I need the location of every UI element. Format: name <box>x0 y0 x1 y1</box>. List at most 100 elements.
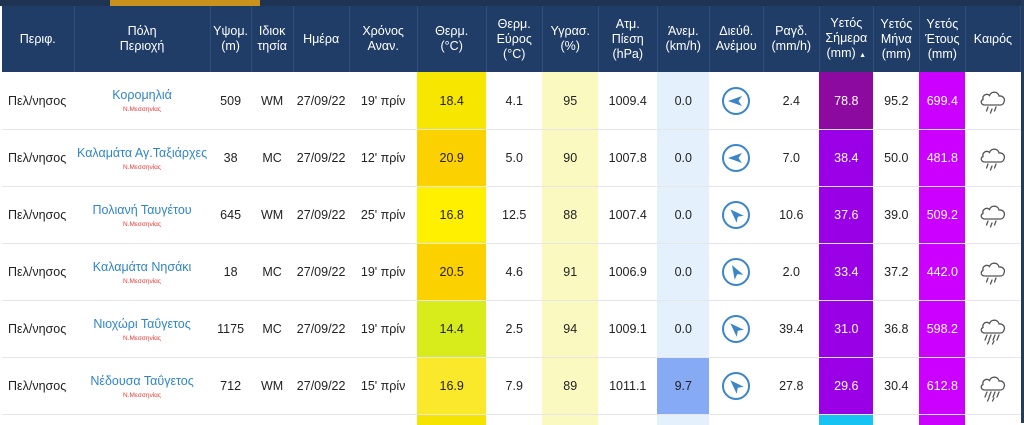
cell-wind-dir <box>709 301 763 358</box>
cell-wind-dir <box>709 72 763 130</box>
cell-date: 27/09/22 <box>293 358 349 415</box>
cell-rain-today: 37.6 <box>819 187 873 244</box>
cell-rain-month: 50.0 <box>873 130 919 187</box>
rain-cloud-icon <box>965 199 1020 231</box>
partial-cell <box>763 415 819 425</box>
city-link[interactable]: Πολιανή Ταυγέτου <box>74 203 210 217</box>
header-rain-month[interactable]: ΥετόςΜήνα(mm) <box>873 6 919 72</box>
header-date[interactable]: Ημέρα <box>293 6 349 72</box>
header-city[interactable]: ΠόληΠεριοχή <box>74 6 210 72</box>
partial-cell <box>598 415 657 425</box>
header-rain-rate[interactable]: Ραγδ.(mm/h) <box>763 6 819 72</box>
prefecture-label: Ν.Μεσσηνίας <box>74 335 210 342</box>
wind-direction-icon <box>722 144 750 172</box>
header-temp[interactable]: Θερμ.(°C) <box>417 6 486 72</box>
cell-rain-month: 37.2 <box>873 244 919 301</box>
city-link[interactable]: Καλαμάτα Νησάκι <box>74 260 210 274</box>
cell-rain-today: 78.8 <box>819 72 873 130</box>
partial-cell <box>873 415 919 425</box>
header-update[interactable]: ΧρόνοςΑναν. <box>349 6 417 72</box>
city-link[interactable]: Κορομηλιά <box>74 88 210 102</box>
header-region[interactable]: Περιφ. <box>2 6 74 72</box>
prefecture-label: Ν.Μεσσηνίας <box>74 392 210 399</box>
stations-table: Περιφ. ΠόληΠεριοχή Υψομ.(m) Ιδιοκτησία Η… <box>2 6 1021 425</box>
cell-humidity: 90 <box>542 130 598 187</box>
cell-city[interactable]: Πολιανή Ταυγέτου Ν.Μεσσηνίας <box>74 187 210 244</box>
cell-region: Πελ/νησος <box>2 244 74 301</box>
cell-city[interactable]: Κορομηλιά Ν.Μεσσηνίας <box>74 72 210 130</box>
wind-direction-icon <box>722 87 750 115</box>
cell-weather <box>965 358 1020 415</box>
table-row[interactable]: Πελ/νησοςΠολιανή ΤαυγέτουΝ.Μεσσηνίας645W… <box>2 187 1021 244</box>
header-rain-year[interactable]: ΥετόςΈτους(mm) <box>919 6 965 72</box>
table-row[interactable]: Πελ/νησοςΝιοχώρι ΤαΰγετοςΝ.Μεσσηνίας1175… <box>2 301 1021 358</box>
rain-cloud-icon <box>965 256 1020 288</box>
cell-humidity: 88 <box>542 187 598 244</box>
table-row[interactable]: Πελ/νησοςΚαλαμάτα Αγ.ΤαξιάρχεςΝ.Μεσσηνία… <box>2 130 1021 187</box>
cell-city[interactable]: Νιοχώρι Ταΰγετος Ν.Μεσσηνίας <box>74 301 210 358</box>
table-row[interactable]: Πελ/νησοςΝέδουσα ΤαΰγετοςΝ.Μεσσηνίας712W… <box>2 358 1021 415</box>
prefecture-label: Ν.Μεσσηνίας <box>74 106 210 113</box>
heavy-rain-cloud-icon <box>965 313 1020 345</box>
cell-rain-month: 39.0 <box>873 187 919 244</box>
cell-wind: 9.7 <box>657 358 709 415</box>
partial-cell <box>657 415 709 425</box>
cell-pressure: 1006.9 <box>598 244 657 301</box>
cell-city[interactable]: Καλαμάτα ΝησάκιΝ.Μεσσηνίας <box>74 244 210 301</box>
table-row[interactable]: Πελ/νησοςΚαλαμάτα ΝησάκιΝ.Μεσσηνίας18MC2… <box>2 244 1021 301</box>
partial-cell <box>293 415 349 425</box>
cell-weather <box>965 187 1020 244</box>
cell-pressure: 1011.1 <box>598 358 657 415</box>
prefecture-label: Ν.Μεσσηνίας <box>74 221 210 228</box>
header-humidity[interactable]: Υγρασ.(%) <box>542 6 598 72</box>
partial-cell <box>919 415 965 425</box>
cell-humidity: 91 <box>542 244 598 301</box>
partial-cell <box>542 415 598 425</box>
cell-rain-month: 36.8 <box>873 301 919 358</box>
cell-temp: 14.4 <box>417 301 486 358</box>
cell-rain-year: 598.2 <box>919 301 965 358</box>
partial-cell <box>251 415 293 425</box>
table-row[interactable]: Πελ/νησοςΚορομηλιάΝ.Μεσσηνίας509WM27/09/… <box>2 72 1021 130</box>
header-wind[interactable]: Άνεμ.(km/h) <box>657 6 709 72</box>
header-weather[interactable]: Καιρός <box>965 6 1020 72</box>
cell-region: Πελ/νησος <box>2 301 74 358</box>
cell-altitude: 712 <box>210 358 251 415</box>
wind-direction-icon <box>722 372 750 400</box>
cell-rain-today: 29.6 <box>819 358 873 415</box>
city-link[interactable]: Νέδουσα Ταΰγετος <box>74 374 210 388</box>
header-temp-range[interactable]: Θερμ.Εύρος(°C) <box>486 6 542 72</box>
header-rain-today[interactable]: ΥετόςΣήμερα(mm) ▲ <box>819 6 873 72</box>
city-link[interactable]: Νιοχώρι Ταΰγετος <box>74 317 210 331</box>
cell-wind-dir <box>709 358 763 415</box>
cell-rain-year: 509.2 <box>919 187 965 244</box>
cell-altitude: 645 <box>210 187 251 244</box>
cell-region: Πελ/νησος <box>2 130 74 187</box>
cell-date: 27/09/22 <box>293 130 349 187</box>
cell-update: 15' πρίν <box>349 358 417 415</box>
cell-rain-year: 442.0 <box>919 244 965 301</box>
cell-rain-rate: 7.0 <box>763 130 819 187</box>
cell-city[interactable]: Καλαμάτα Αγ.ΤαξιάρχεςΝ.Μεσσηνίας <box>74 130 210 187</box>
cell-rain-rate: 2.4 <box>763 72 819 130</box>
header-wind-dir[interactable]: Διεύθ.Ανέμου <box>709 6 763 72</box>
header-owner[interactable]: Ιδιοκτησία <box>251 6 293 72</box>
cell-pressure: 1007.4 <box>598 187 657 244</box>
cell-rain-year: 481.8 <box>919 130 965 187</box>
cell-update: 19' πρίν <box>349 72 417 130</box>
partial-cell <box>486 415 542 425</box>
cell-weather <box>965 130 1020 187</box>
header-altitude[interactable]: Υψομ.(m) <box>210 6 251 72</box>
header-row: Περιφ. ΠόληΠεριοχή Υψομ.(m) Ιδιοκτησία Η… <box>2 6 1021 72</box>
cell-city[interactable]: Νέδουσα Ταΰγετος Ν.Μεσσηνίας <box>74 358 210 415</box>
cell-temp-range: 12.5 <box>486 187 542 244</box>
cell-wind-dir <box>709 187 763 244</box>
cell-weather <box>965 244 1020 301</box>
cell-wind: 0.0 <box>657 130 709 187</box>
cell-owner: WM <box>251 358 293 415</box>
city-link[interactable]: Καλαμάτα Αγ.Ταξιάρχες <box>74 146 210 160</box>
partial-cell <box>965 415 1020 425</box>
header-pressure[interactable]: Ατμ.Πίεση(hPa) <box>598 6 657 72</box>
cell-rain-year: 612.8 <box>919 358 965 415</box>
cell-altitude: 509 <box>210 72 251 130</box>
